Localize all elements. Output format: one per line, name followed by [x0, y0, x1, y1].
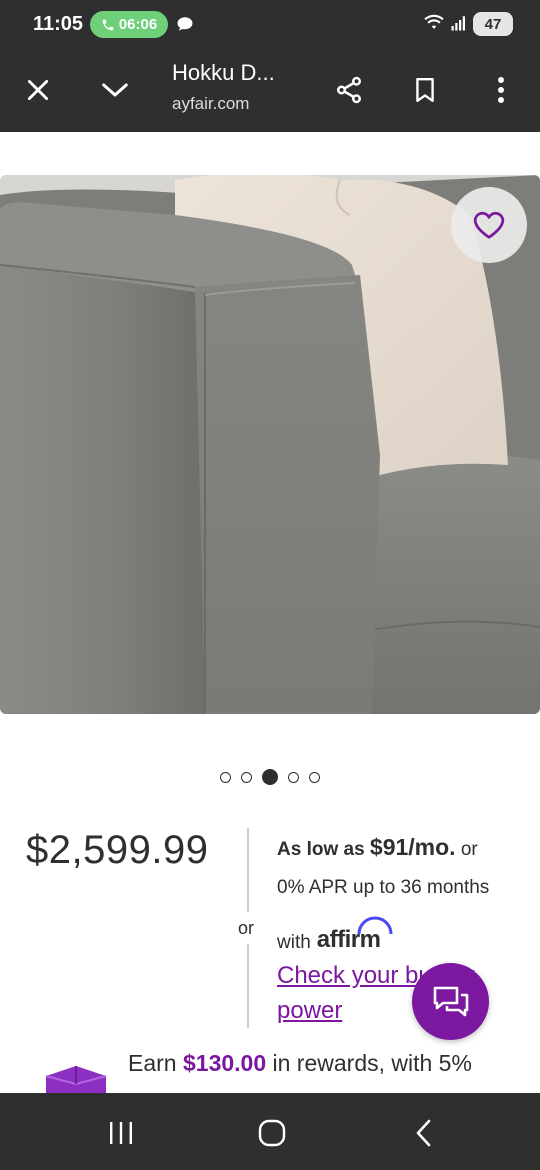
heart-icon — [473, 211, 505, 239]
brand-byline-clipped — [0, 132, 540, 142]
financing-monthly: As low as $91/mo. or — [277, 834, 478, 861]
rewards-amount: $130.00 — [182, 1050, 267, 1076]
or-label: or — [238, 918, 255, 938]
favorite-button[interactable] — [451, 187, 527, 263]
call-duration: 06:06 — [118, 16, 158, 33]
financing-provider: with affirm — [277, 916, 393, 954]
home-icon — [258, 1119, 286, 1147]
call-indicator[interactable]: 06:06 — [90, 11, 168, 38]
carousel-dot[interactable] — [309, 771, 320, 783]
collapse-button[interactable] — [95, 70, 135, 110]
wifi-icon — [424, 14, 444, 29]
close-button[interactable] — [18, 70, 58, 110]
bookmark-button[interactable] — [405, 70, 445, 110]
phone-icon — [102, 19, 114, 30]
battery-level: 47 — [484, 15, 502, 33]
product-image[interactable] — [0, 175, 540, 714]
more-options-button[interactable] — [481, 70, 521, 110]
back-icon — [416, 1119, 431, 1147]
home-button[interactable] — [250, 1111, 294, 1155]
financing-suffix: or — [455, 839, 478, 860]
affirm-arc-icon — [357, 916, 393, 935]
system-nav-bar — [0, 1093, 540, 1170]
monthly-amount: $91/mo. — [369, 834, 456, 860]
carousel-dot[interactable] — [288, 771, 299, 783]
page-title: Hokku D... — [172, 60, 275, 85]
share-button[interactable] — [329, 70, 369, 110]
battery-icon: 47 — [473, 12, 513, 36]
carousel-dot-active[interactable] — [262, 769, 278, 785]
status-time: 11:05 — [33, 13, 84, 35]
rewards-gem-icon — [45, 1066, 107, 1094]
close-icon — [27, 79, 49, 101]
rewards-prefix: Earn — [128, 1050, 183, 1076]
financing-apr: 0% APR up to 36 months — [277, 877, 490, 898]
bookmark-icon — [416, 77, 434, 103]
recent-apps-icon — [110, 1122, 132, 1144]
financing-prefix: As low as — [277, 839, 370, 860]
product-price: $2,599.99 — [26, 828, 209, 872]
chat-bubble-icon — [177, 17, 193, 31]
rewards-suffix: in rewards, with 5% — [266, 1050, 472, 1076]
more-vert-icon — [498, 77, 504, 103]
back-button[interactable] — [402, 1111, 446, 1155]
affirm-logo: affirm — [317, 916, 393, 954]
rewards-text: Earn $130.00 in rewards, with 5% — [128, 1050, 472, 1077]
divider — [247, 944, 249, 1028]
image-carousel-dots — [0, 768, 540, 786]
chat-button[interactable] — [412, 963, 489, 1040]
sofa-photo — [0, 175, 540, 714]
carousel-dot[interactable] — [220, 771, 231, 783]
chat-icon — [433, 986, 468, 1016]
divider — [247, 828, 249, 912]
signal-icon — [451, 16, 465, 31]
page-url[interactable]: ayfair.com — [172, 94, 249, 114]
with-label: with — [277, 932, 311, 953]
carousel-dot[interactable] — [241, 771, 252, 783]
recent-apps-button[interactable] — [99, 1111, 143, 1155]
chevron-down-icon — [102, 83, 128, 97]
status-bar: 11:05 06:06 47 — [0, 0, 540, 48]
browser-toolbar: Hokku D... ayfair.com — [0, 48, 540, 132]
share-icon — [337, 76, 361, 104]
